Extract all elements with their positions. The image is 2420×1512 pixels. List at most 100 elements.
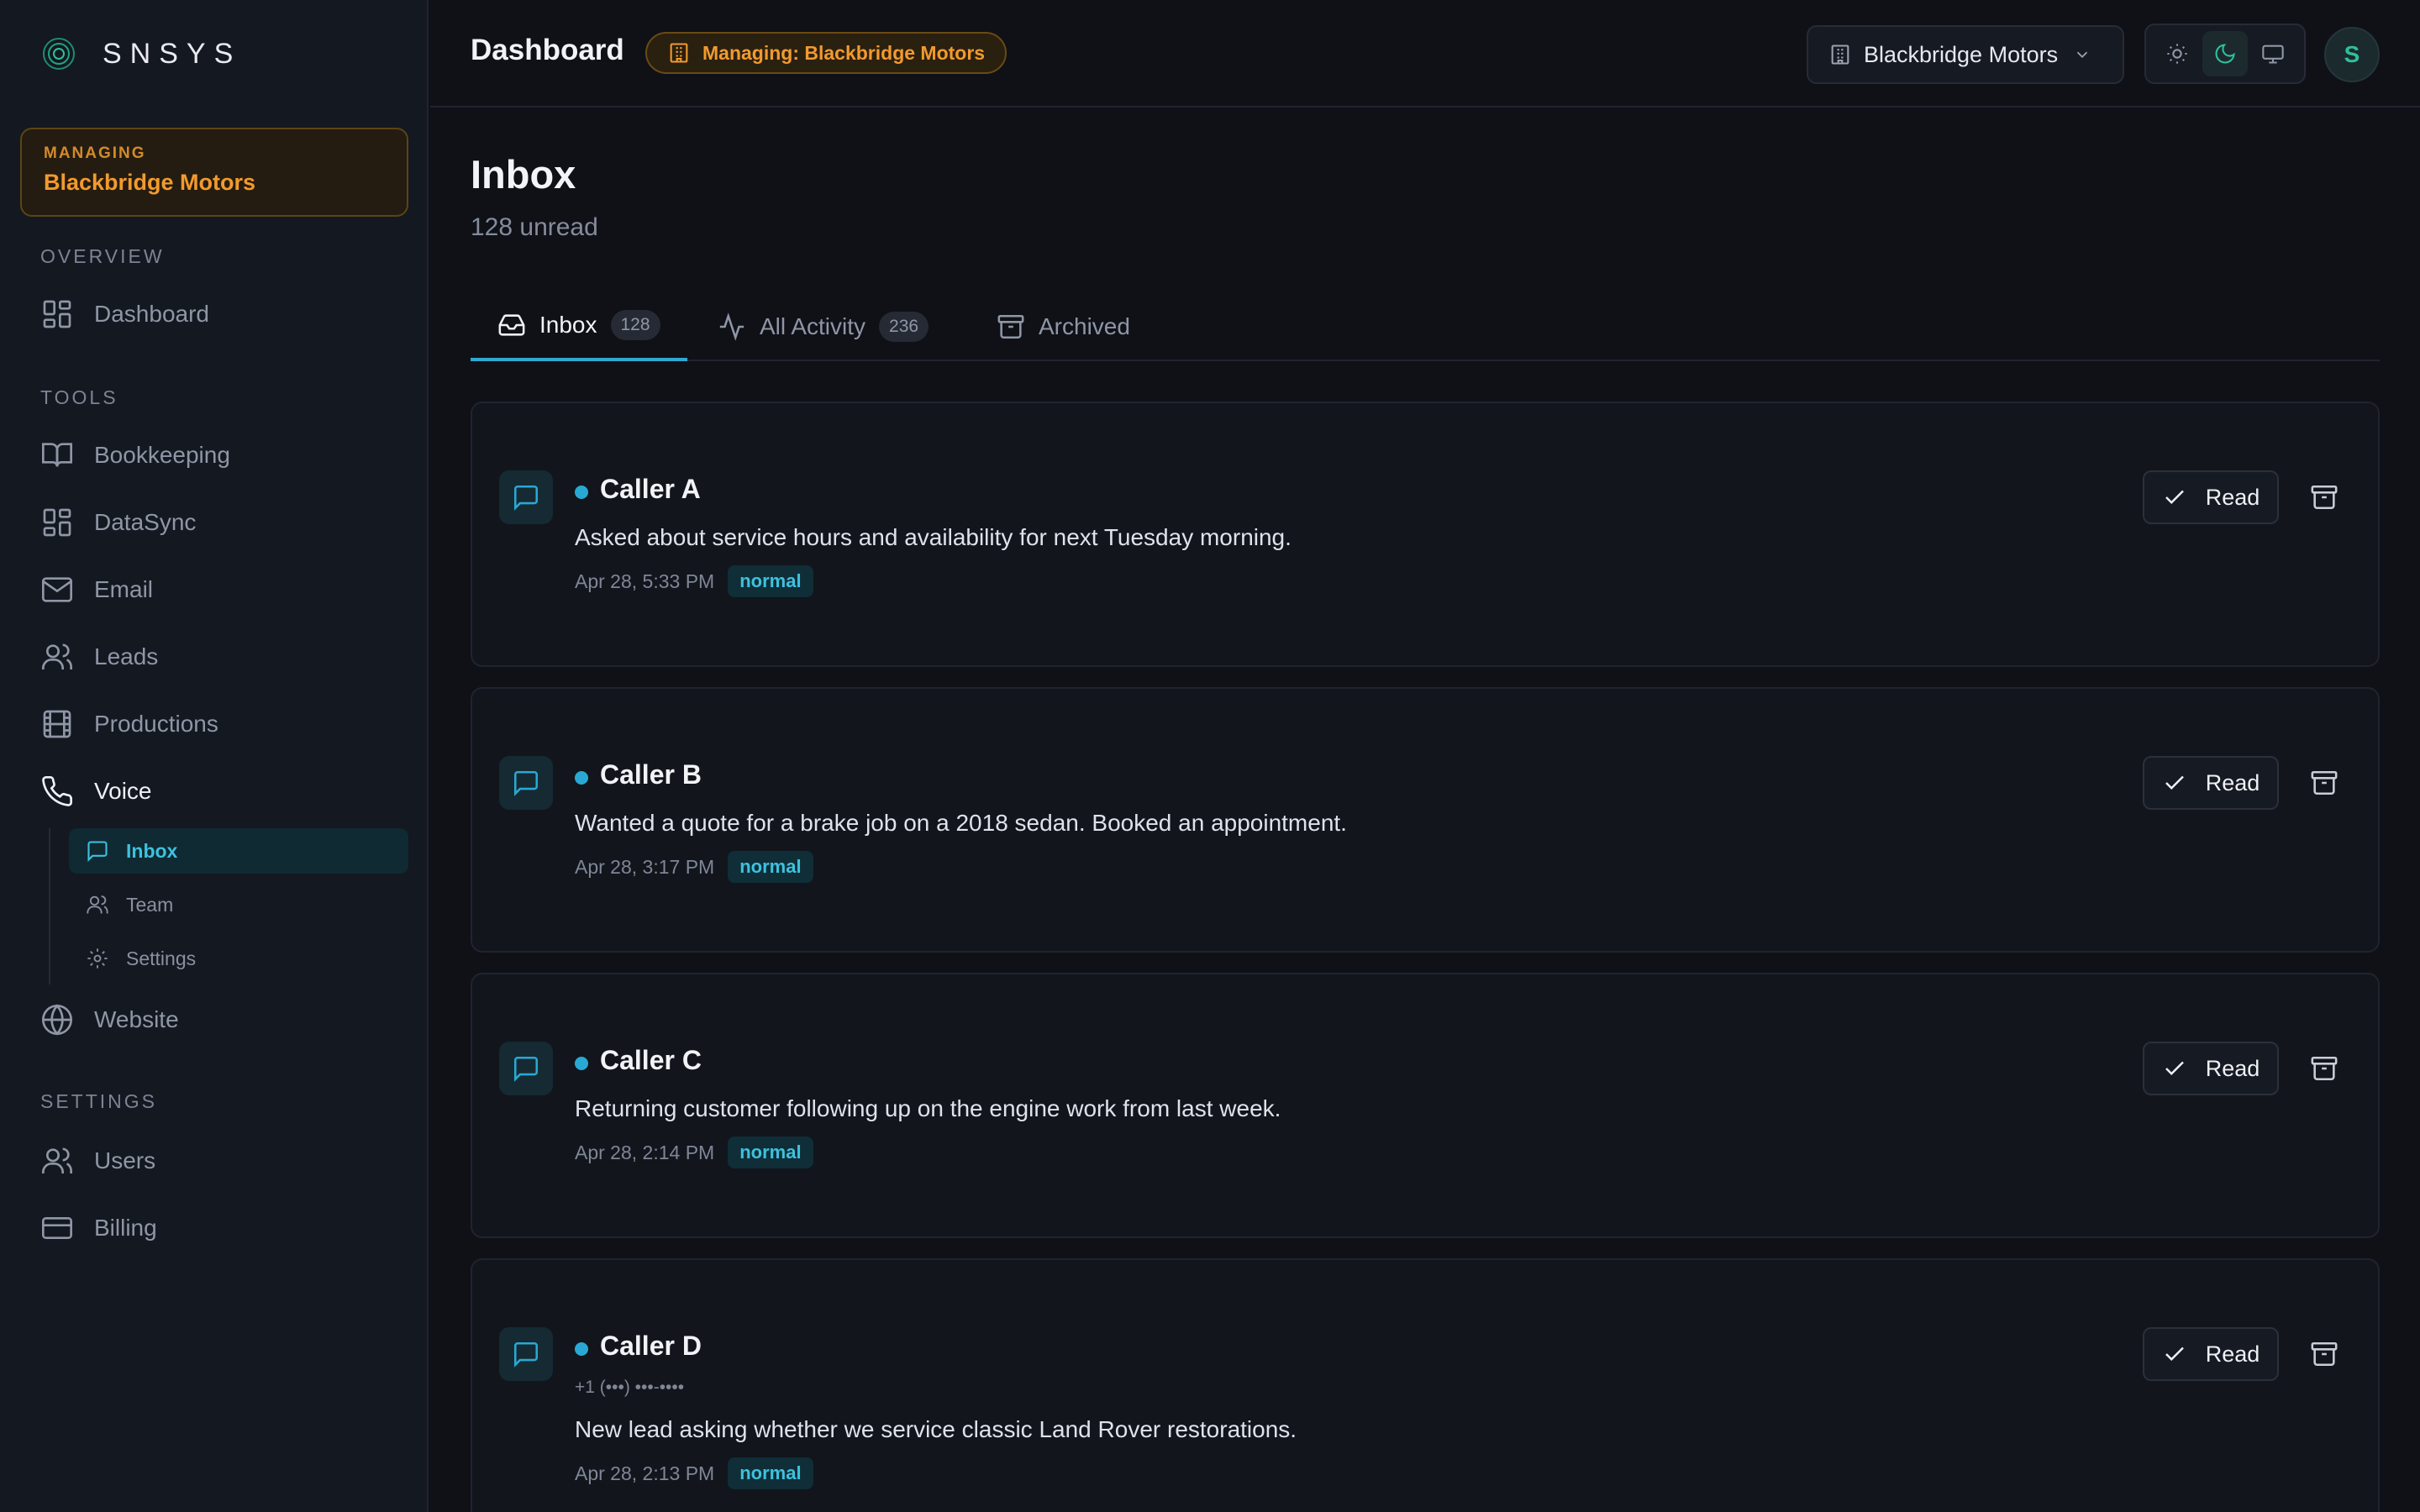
message-text: Wanted a quote for a brake job on a 2018… [575,810,1347,836]
message-time: Apr 28, 3:17 PM [575,855,715,878]
button-label: Read [2205,1341,2260,1367]
message-type [499,1327,553,1381]
message-meta: Apr 28, 2:13 PM normal [575,1457,813,1490]
phone-icon [42,775,73,806]
message-icon [513,485,539,511]
subnav-label: Inbox [126,839,178,862]
nav-leads[interactable]: Leads [40,636,158,678]
message-text: Asked about service hours and availabili… [575,524,1292,550]
message-time: Apr 28, 2:14 PM [575,1141,715,1163]
button-label: Read [2205,1055,2260,1081]
check-icon [2165,490,2184,505]
nav-voice[interactable]: Voice [40,770,152,812]
message-meta: Apr 28, 5:33 PM normal [575,564,813,598]
check-icon [2165,1061,2184,1076]
caller-name: Caller B [600,759,702,790]
subnav-team[interactable]: Team [69,882,408,927]
nav-label: Productions [94,711,218,737]
inbox-icon [498,314,525,336]
button-label: Read [2205,769,2260,795]
users-icon [87,895,108,914]
mark-read-button[interactable]: Read [2143,470,2279,524]
unread-dot [575,771,588,785]
nav-datasync[interactable]: DataSync [40,501,196,543]
message-icon [513,1056,539,1082]
nav-label: Billing [94,1215,157,1241]
tab-bar: Inbox 128 All Activity 236 Archived [471,292,2380,361]
archive-button[interactable] [2304,1334,2344,1374]
tab-label: Archived [1039,313,1130,339]
nav-label: DataSync [94,509,197,535]
message-time: Apr 28, 5:33 PM [575,570,715,592]
tab-all-activity[interactable]: All Activity 236 [718,292,929,361]
archive-button[interactable] [2304,1048,2344,1089]
sidebar: SNSYS MANAGING Blackbridge Motors OVERVI… [0,0,429,1512]
caller-name: Caller C [600,1045,702,1075]
tab-label: All Activity [760,313,866,339]
archive-button[interactable] [2304,477,2344,517]
check-icon [2165,1347,2184,1362]
theme-dark-button[interactable] [2202,31,2248,76]
nav-productions[interactable]: Productions [40,703,218,745]
section-settings: SETTINGS [40,1090,158,1112]
priority-badge: normal [728,1457,813,1489]
caller-name: Caller D [600,1331,702,1361]
message-card[interactable]: Caller C Returning customer following up… [471,973,2380,1238]
managing-pill: Managing: Blackbridge Motors [645,32,1007,74]
priority-badge: normal [728,565,813,597]
archive-button[interactable] [2304,763,2344,803]
tab-count: 236 [879,312,929,342]
grid-icon [43,508,71,537]
nav-label: Email [94,576,154,602]
grid-icon [43,300,71,328]
message-meta: Apr 28, 2:14 PM normal [575,1136,813,1169]
header-title: Dashboard [471,34,624,66]
credit-card-icon [42,1217,72,1239]
message-card[interactable]: Caller A Asked about service hours and a… [471,402,2380,667]
avatar[interactable]: S [2324,27,2380,82]
chevron-down-icon [2076,51,2088,59]
users-icon [42,643,72,669]
subnav-inbox[interactable]: Inbox [69,828,408,874]
monitor-icon [2262,45,2285,64]
gear-icon [87,948,108,969]
subnav-line [49,828,50,984]
mark-read-button[interactable]: Read [2143,1042,2279,1095]
archive-icon [2311,1341,2338,1367]
org-selector-value: Blackbridge Motors [1864,41,2059,67]
top-header: Dashboard Managing: Blackbridge Motors B… [430,0,2420,108]
brand-logo[interactable]: SNSYS [40,35,241,72]
message-card[interactable]: Caller D +1 (•••) •••-•••• New lead aski… [471,1258,2380,1512]
message-icon [87,841,108,863]
archive-icon [997,314,1024,339]
tab-inbox[interactable]: Inbox 128 [471,292,687,361]
users-icon [42,1147,72,1173]
mark-read-button[interactable]: Read [2143,756,2279,810]
tab-archived[interactable]: Archived [997,292,1130,361]
managing-card: MANAGING Blackbridge Motors [20,128,408,217]
theme-system-button[interactable] [2250,31,2296,76]
nav-label: Users [94,1147,156,1173]
nav-billing[interactable]: Billing [40,1207,157,1249]
nav-users[interactable]: Users [40,1140,155,1182]
subnav-settings[interactable]: Settings [69,936,408,981]
nav-dashboard[interactable]: Dashboard [40,293,209,335]
message-type [499,1042,553,1095]
mark-read-button[interactable]: Read [2143,1327,2279,1381]
caller-name: Caller A [600,474,701,504]
nav-website[interactable]: Website [40,999,179,1041]
message-card[interactable]: Caller B Wanted a quote for a brake job … [471,687,2380,953]
nav-email[interactable]: Email [40,569,153,611]
caller-phone: +1 (•••) •••-•••• [575,1378,685,1397]
book-icon [42,443,72,467]
priority-badge: normal [728,851,813,883]
managing-label: MANAGING [44,144,146,162]
archive-icon [2311,1056,2338,1081]
nav-label: Voice [94,778,152,804]
org-selector[interactable]: Blackbridge Motors [1807,25,2124,84]
theme-light-button[interactable] [2154,31,2200,76]
nav-bookkeeping[interactable]: Bookkeeping [40,434,230,476]
page-subtitle: 128 unread [471,213,598,241]
globe-icon [42,1004,72,1036]
unread-dot [575,1342,588,1356]
